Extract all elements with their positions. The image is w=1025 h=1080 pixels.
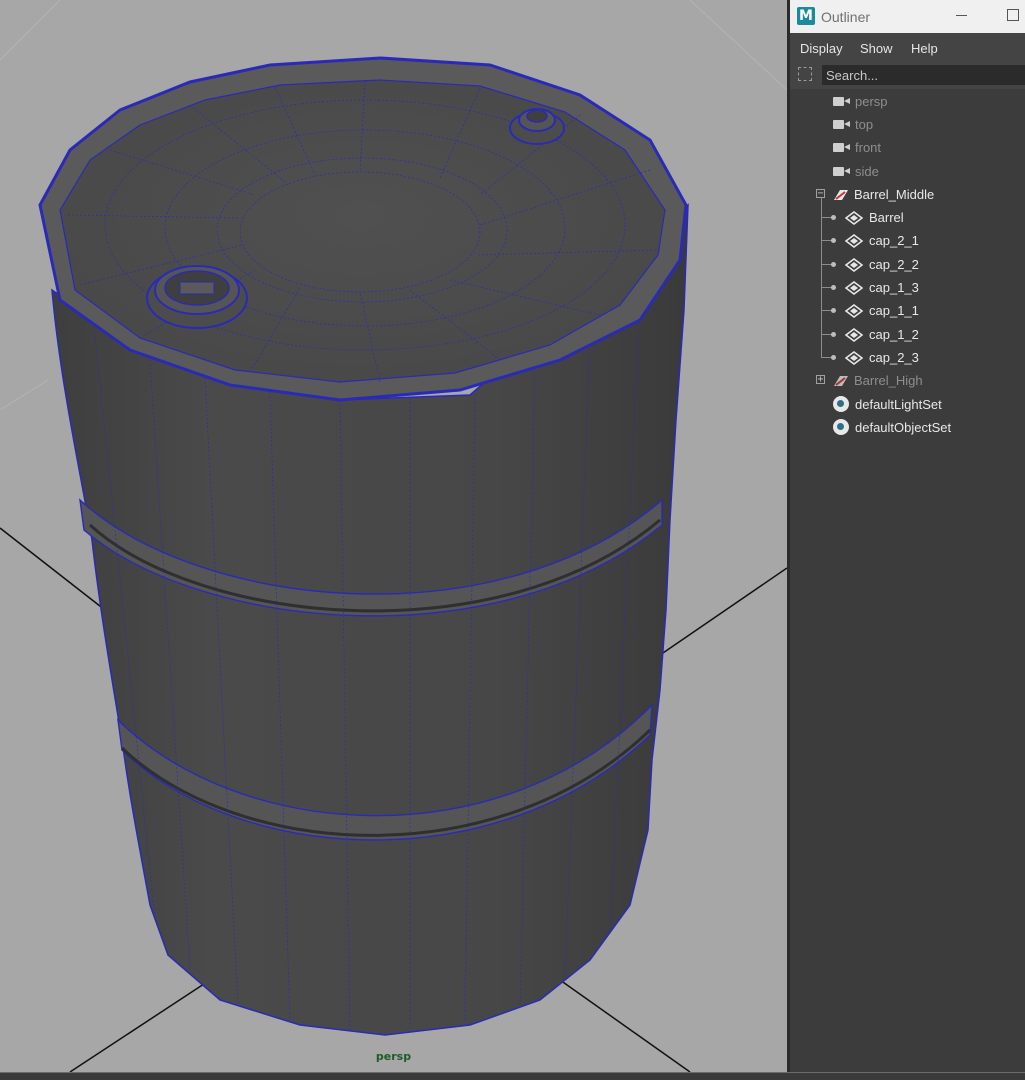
mesh-icon xyxy=(845,211,863,225)
mesh-icon xyxy=(845,281,863,295)
tree-item-label: defaultLightSet xyxy=(855,397,942,412)
tree-item-label: front xyxy=(855,140,882,155)
filter-icon[interactable] xyxy=(798,67,812,81)
tree-item-label: cap_1_2 xyxy=(869,327,919,342)
tree-item-cap-2-2[interactable]: cap_2_2 xyxy=(790,253,1025,276)
tree-item-label: cap_2_3 xyxy=(869,350,919,365)
search-input[interactable] xyxy=(822,65,1025,85)
object-set-icon xyxy=(833,396,849,412)
tree-item-label: Barrel xyxy=(869,210,904,225)
maya-window: persp M Outliner Display Show Help persp xyxy=(0,0,1025,1080)
tree-item-label: cap_2_1 xyxy=(869,233,919,248)
tree-item-cap-2-1[interactable]: cap_2_1 xyxy=(790,229,1025,252)
maximize-icon[interactable] xyxy=(1007,9,1019,21)
perspective-viewport[interactable]: persp xyxy=(0,0,787,1072)
outliner-search-row xyxy=(790,63,1025,89)
camera-icon xyxy=(833,143,850,152)
outliner-titlebar[interactable]: M Outliner xyxy=(790,0,1025,33)
camera-icon xyxy=(833,167,850,176)
tree-item-label: cap_1_3 xyxy=(869,280,919,295)
tree-item-label: cap_1_1 xyxy=(869,303,919,318)
tree-item-default-object-set[interactable]: defaultObjectSet xyxy=(790,416,1025,439)
expand-toggle-icon[interactable]: + xyxy=(816,375,825,385)
outliner-menubar: Display Show Help xyxy=(790,33,1025,63)
tree-item-side[interactable]: side xyxy=(790,160,1025,183)
maya-logo-icon: M xyxy=(797,7,815,25)
mesh-icon xyxy=(845,328,863,342)
tree-item-cap-1-2[interactable]: cap_1_2 xyxy=(790,323,1025,346)
status-strip xyxy=(0,1072,1025,1080)
menu-display[interactable]: Display xyxy=(800,41,843,56)
tree-item-label: persp xyxy=(855,94,888,109)
outliner-tree: persp top front side − Barrel_Middle Bar… xyxy=(790,89,1025,1072)
tree-item-top[interactable]: top xyxy=(790,113,1025,136)
mesh-icon xyxy=(845,351,863,365)
tree-item-cap-1-3[interactable]: cap_1_3 xyxy=(790,276,1025,299)
tree-item-label: cap_2_2 xyxy=(869,257,919,272)
transform-group-icon xyxy=(834,376,848,386)
tree-item-barrel-high[interactable]: + Barrel_High xyxy=(790,369,1025,392)
mesh-icon xyxy=(845,234,863,248)
tree-item-front[interactable]: front xyxy=(790,136,1025,159)
tree-item-barrel[interactable]: Barrel xyxy=(790,206,1025,229)
viewport-camera-label: persp xyxy=(375,1050,412,1063)
tree-item-label: top xyxy=(855,117,874,132)
outliner-title: Outliner xyxy=(821,9,871,25)
barrel-mesh-render[interactable] xyxy=(0,0,787,1072)
tree-item-default-light-set[interactable]: defaultLightSet xyxy=(790,393,1025,416)
camera-icon xyxy=(833,120,850,129)
tree-item-label: defaultObjectSet xyxy=(855,420,952,435)
tree-item-cap-2-3[interactable]: cap_2_3 xyxy=(790,346,1025,369)
tree-item-barrel-middle[interactable]: − Barrel_Middle xyxy=(790,183,1025,206)
menu-show[interactable]: Show xyxy=(860,41,893,56)
object-set-icon xyxy=(833,419,849,435)
mesh-icon xyxy=(845,258,863,272)
collapse-toggle-icon[interactable]: − xyxy=(816,189,825,199)
tree-item-persp[interactable]: persp xyxy=(790,90,1025,113)
mesh-icon xyxy=(845,304,863,318)
tree-item-cap-1-1[interactable]: cap_1_1 xyxy=(790,299,1025,322)
minimize-icon[interactable] xyxy=(956,15,967,16)
outliner-panel: M Outliner Display Show Help persp top xyxy=(790,0,1025,1072)
camera-icon xyxy=(833,97,850,106)
tree-item-label: Barrel_High xyxy=(854,373,923,388)
menu-help[interactable]: Help xyxy=(911,41,938,56)
tree-item-label: side xyxy=(855,164,879,179)
tree-item-label: Barrel_Middle xyxy=(854,187,935,202)
transform-group-icon xyxy=(834,190,848,200)
